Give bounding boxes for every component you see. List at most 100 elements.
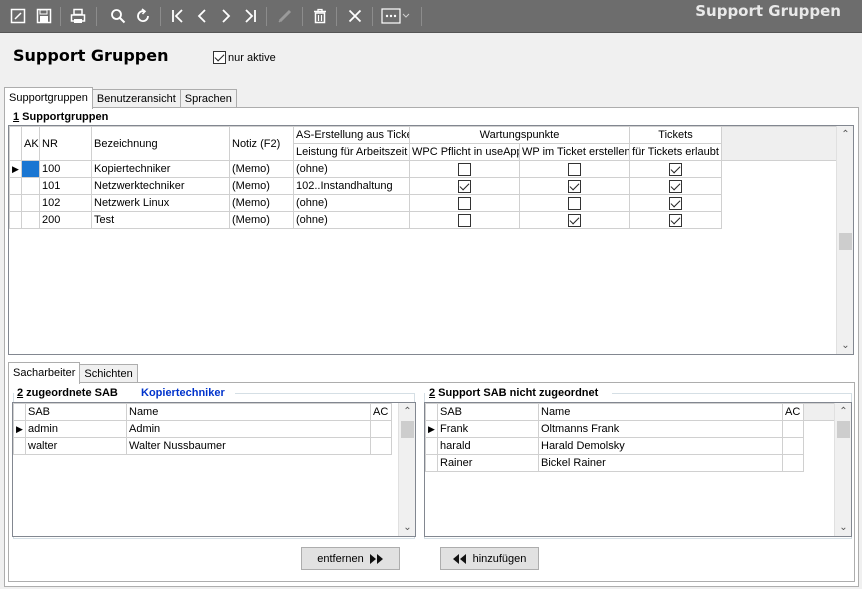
name-cell[interactable]: Harald Demolsky: [538, 437, 783, 455]
nr-cell[interactable]: 100: [39, 160, 92, 178]
scroll-up-icon[interactable]: ⌃: [835, 403, 851, 420]
bezeichnung-cell[interactable]: Kopiertechniker: [91, 160, 230, 178]
ac-cell[interactable]: [370, 437, 392, 455]
sab-cell[interactable]: Frank: [437, 420, 539, 438]
table-row[interactable]: harald Harald Demolsky: [425, 437, 836, 455]
entfernen-button[interactable]: entfernen: [301, 547, 400, 570]
bezeichnung-cell[interactable]: Netzwerktechniker: [91, 177, 230, 195]
nicht-zugeordnet-grid[interactable]: SAB Name AC ▶ Frank Oltmanns Frank harald Ha…: [424, 402, 852, 537]
col-bezeichnung[interactable]: Bezeichnung: [91, 126, 230, 161]
bezeichnung-cell[interactable]: Test: [91, 211, 230, 229]
last-record-icon[interactable]: [240, 6, 260, 26]
ak-cell[interactable]: [21, 211, 40, 229]
bezeichnung-cell[interactable]: Netzwerk Linux: [91, 194, 230, 212]
table-row[interactable]: 200 Test (Memo) (ohne): [9, 211, 838, 229]
scroll-down-icon[interactable]: ⌄: [835, 519, 851, 536]
scroll-thumb[interactable]: [401, 421, 414, 438]
wp-cell[interactable]: [518, 160, 631, 178]
name-cell[interactable]: Admin: [126, 420, 371, 438]
col-tickets-erlaubt[interactable]: für Tickets erlaubt: [629, 143, 723, 161]
ac-cell[interactable]: [370, 420, 392, 438]
supportgruppen-scrollbar[interactable]: ⌃ ⌄: [836, 126, 853, 354]
checked-checkbox[interactable]: [568, 179, 581, 193]
more-icon[interactable]: [380, 6, 416, 26]
wpc-cell[interactable]: [409, 160, 520, 178]
tickets-cell[interactable]: [629, 211, 723, 229]
table-row[interactable]: ▶ Frank Oltmanns Frank: [425, 420, 836, 438]
nr-cell[interactable]: 200: [39, 211, 92, 229]
scroll-up-icon[interactable]: ⌃: [399, 403, 415, 420]
nr-cell[interactable]: 102: [39, 194, 92, 212]
row-indicator[interactable]: [9, 177, 22, 195]
zugeordnet-grid[interactable]: SAB Name AC ▶ admin Admin walter Walter Nuss…: [12, 402, 416, 537]
scroll-up-icon[interactable]: ⌃: [837, 126, 853, 143]
wp-cell[interactable]: [518, 177, 631, 195]
nicht-zugeordnet-scrollbar[interactable]: ⌃ ⌄: [834, 403, 851, 536]
unchecked-checkbox[interactable]: [458, 196, 471, 210]
tickets-cell[interactable]: [629, 177, 723, 195]
notiz-cell[interactable]: (Memo): [229, 160, 294, 178]
leistung-cell[interactable]: 102..Instandhaltung: [293, 177, 410, 195]
scroll-down-icon[interactable]: ⌄: [399, 519, 415, 536]
checked-checkbox[interactable]: [669, 213, 683, 227]
row-indicator[interactable]: [9, 211, 22, 229]
col-wpc[interactable]: WPC Pflicht in useApp: [409, 143, 520, 161]
tab-supportgruppen[interactable]: Supportgruppen: [4, 87, 93, 109]
checked-checkbox[interactable]: [669, 179, 683, 193]
ac-cell[interactable]: [782, 454, 804, 472]
col-leistung[interactable]: Leistung für Arbeitszeit: [293, 143, 410, 161]
leistung-cell[interactable]: (ohne): [293, 194, 410, 212]
notiz-cell[interactable]: (Memo): [229, 194, 294, 212]
col-ak[interactable]: AK: [21, 126, 40, 161]
unchecked-checkbox[interactable]: [458, 213, 471, 227]
tab-schichten[interactable]: Schichten: [79, 364, 138, 384]
wpc-cell[interactable]: [409, 177, 520, 195]
unchecked-checkbox[interactable]: [458, 162, 471, 176]
scroll-thumb[interactable]: [839, 233, 852, 250]
unchecked-checkbox[interactable]: [568, 162, 581, 176]
scroll-down-icon[interactable]: ⌄: [837, 337, 853, 354]
table-row[interactable]: walter Walter Nussbaumer: [13, 437, 392, 455]
ac-cell[interactable]: [782, 437, 804, 455]
sab-cell[interactable]: admin: [25, 420, 127, 438]
leistung-cell[interactable]: (ohne): [293, 160, 410, 178]
leistung-cell[interactable]: (ohne): [293, 211, 410, 229]
notiz-cell[interactable]: (Memo): [229, 211, 294, 229]
ak-cell[interactable]: [21, 160, 40, 178]
checked-checkbox[interactable]: [458, 179, 471, 193]
supportgruppen-grid[interactable]: AK NR Bezeichnung Notiz (F2) AS-Erstellu…: [8, 125, 854, 355]
wpc-cell[interactable]: [409, 211, 520, 229]
search-icon[interactable]: [108, 6, 128, 26]
table-row[interactable]: ▶ 100 Kopiertechniker (Memo) (ohne): [9, 160, 838, 178]
table-row[interactable]: Rainer Bickel Rainer: [425, 454, 836, 472]
ak-cell[interactable]: [21, 194, 40, 212]
sab-cell[interactable]: Rainer: [437, 454, 539, 472]
delete-icon[interactable]: [310, 6, 330, 26]
first-record-icon[interactable]: [168, 6, 188, 26]
sab-cell[interactable]: harald: [437, 437, 539, 455]
col-sab[interactable]: SAB: [437, 403, 539, 421]
wp-cell[interactable]: [518, 211, 631, 229]
row-indicator[interactable]: ▶: [13, 420, 26, 438]
col-name[interactable]: Name: [126, 403, 371, 421]
nur-aktive-checkbox[interactable]: nur aktive: [213, 51, 276, 64]
row-indicator[interactable]: [13, 437, 26, 455]
refresh-icon[interactable]: [133, 6, 153, 26]
ac-cell[interactable]: [782, 420, 804, 438]
table-row[interactable]: 101 Netzwerktechniker (Memo) 102..Instandha…: [9, 177, 838, 195]
tab-sacharbeiter[interactable]: Sacharbeiter: [8, 362, 81, 384]
unchecked-checkbox[interactable]: [568, 196, 581, 210]
col-ac[interactable]: AC: [370, 403, 392, 421]
ak-cell[interactable]: [21, 177, 40, 195]
new-record-icon[interactable]: [8, 6, 28, 26]
col-sab[interactable]: SAB: [25, 403, 127, 421]
edit-icon[interactable]: [275, 6, 295, 26]
row-indicator[interactable]: [425, 454, 438, 472]
tab-benutzeransicht[interactable]: Benutzeransicht: [91, 89, 181, 109]
tickets-cell[interactable]: [629, 194, 723, 212]
nr-cell[interactable]: 101: [39, 177, 92, 195]
row-indicator[interactable]: ▶: [9, 160, 22, 178]
col-nr[interactable]: NR: [39, 126, 92, 161]
hinzufuegen-button[interactable]: hinzufügen: [440, 547, 539, 570]
table-row[interactable]: ▶ admin Admin: [13, 420, 392, 438]
